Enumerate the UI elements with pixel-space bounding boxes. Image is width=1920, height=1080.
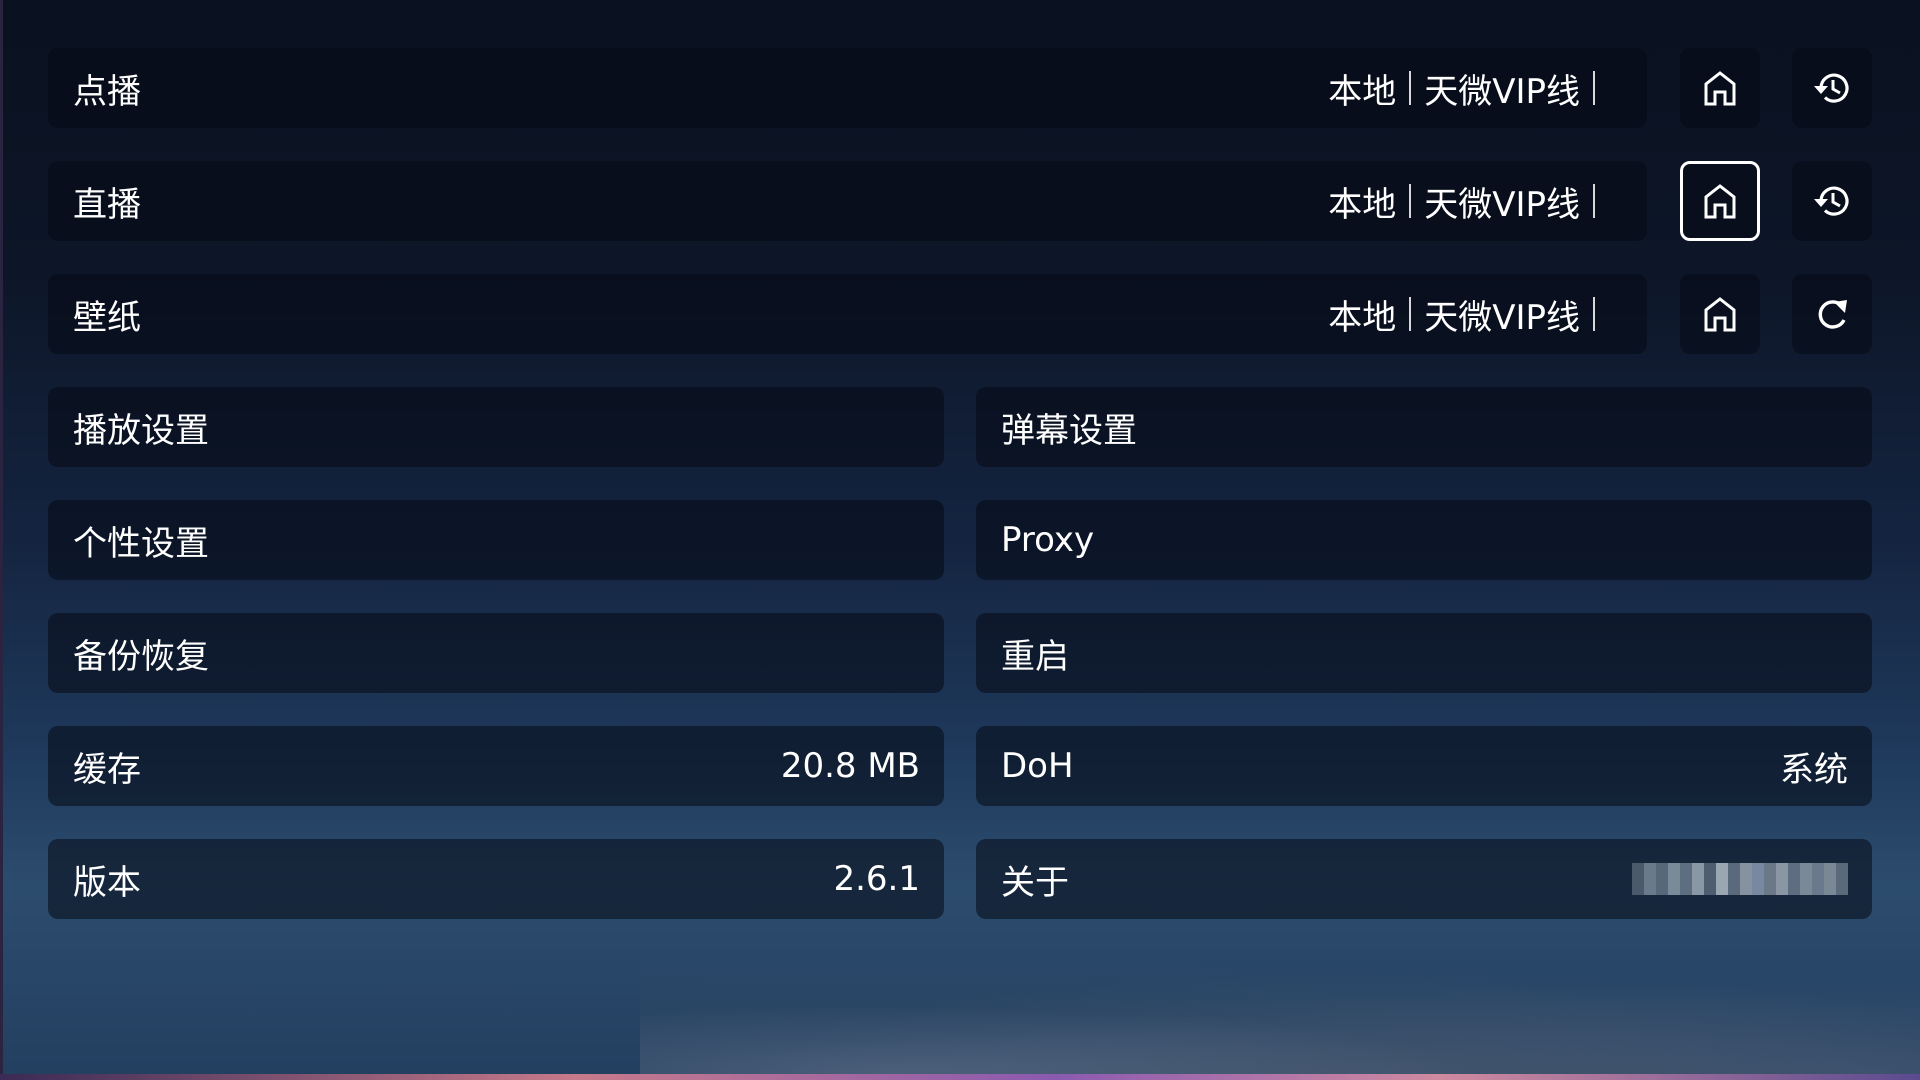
source-vip: 天微VIP线 bbox=[1424, 297, 1580, 338]
vod-history-button[interactable] bbox=[1792, 48, 1872, 128]
version-value: 2.6.1 bbox=[833, 859, 920, 899]
cache-size: 20.8 MB bbox=[780, 746, 920, 786]
wallpaper-source-row[interactable]: 壁纸 本地 天微VIP线 bbox=[48, 274, 1647, 354]
danmaku-settings-item[interactable]: 弹幕设置 bbox=[976, 387, 1872, 467]
source-local: 本地 bbox=[1328, 71, 1397, 112]
vod-label: 点播 bbox=[73, 71, 141, 112]
doh-value: 系统 bbox=[1780, 749, 1848, 790]
proxy-item[interactable]: Proxy bbox=[976, 500, 1872, 580]
wallpaper-label: 壁纸 bbox=[73, 297, 141, 338]
vod-source-row[interactable]: 点播 本地 天微VIP线 bbox=[48, 48, 1647, 128]
separator bbox=[1593, 71, 1595, 105]
separator bbox=[1409, 184, 1412, 218]
refresh-icon bbox=[1818, 300, 1847, 329]
wallpaper-sources[interactable]: 本地 天微VIP线 bbox=[1328, 290, 1623, 339]
history-icon bbox=[1814, 186, 1849, 216]
source-vip: 天微VIP线 bbox=[1424, 71, 1580, 112]
personal-settings-item[interactable]: 个性设置 bbox=[48, 500, 944, 580]
vod-sources[interactable]: 本地 天微VIP线 bbox=[1328, 64, 1623, 113]
playback-settings-label: 播放设置 bbox=[73, 410, 209, 451]
home-icon bbox=[1704, 184, 1736, 219]
separator bbox=[1593, 297, 1595, 331]
backup-restore-item[interactable]: 备份恢复 bbox=[48, 613, 944, 693]
live-source-row[interactable]: 直播 本地 天微VIP线 bbox=[48, 161, 1647, 241]
vod-home-button[interactable] bbox=[1680, 48, 1760, 128]
about-label: 关于 bbox=[1001, 862, 1069, 903]
cache-label: 缓存 bbox=[73, 749, 141, 790]
separator bbox=[1409, 71, 1412, 105]
danmaku-settings-label: 弹幕设置 bbox=[1001, 410, 1137, 451]
proxy-label: Proxy bbox=[1001, 520, 1095, 560]
about-redacted-value bbox=[1632, 863, 1848, 895]
separator bbox=[1593, 184, 1595, 218]
doh-item[interactable]: DoH 系统 bbox=[976, 726, 1872, 806]
source-vip: 天微VIP线 bbox=[1424, 184, 1580, 225]
live-sources[interactable]: 本地 天微VIP线 bbox=[1328, 177, 1623, 226]
live-home-button[interactable] bbox=[1680, 161, 1760, 241]
version-item[interactable]: 版本 2.6.1 bbox=[48, 839, 944, 919]
personal-settings-label: 个性设置 bbox=[73, 523, 209, 564]
about-item[interactable]: 关于 bbox=[976, 839, 1872, 919]
history-icon bbox=[1814, 73, 1849, 103]
wallpaper-home-button[interactable] bbox=[1680, 274, 1760, 354]
left-edge bbox=[0, 0, 3, 1080]
live-label: 直播 bbox=[73, 184, 141, 225]
home-icon bbox=[1704, 297, 1736, 332]
playback-settings-item[interactable]: 播放设置 bbox=[48, 387, 944, 467]
restart-item[interactable]: 重启 bbox=[976, 613, 1872, 693]
separator bbox=[1409, 297, 1412, 331]
source-local: 本地 bbox=[1328, 297, 1397, 338]
live-history-button[interactable] bbox=[1792, 161, 1872, 241]
restart-label: 重启 bbox=[1001, 636, 1069, 677]
wallpaper-refresh-button[interactable] bbox=[1792, 274, 1872, 354]
source-local: 本地 bbox=[1328, 184, 1397, 225]
home-icon bbox=[1704, 71, 1736, 106]
backup-restore-label: 备份恢复 bbox=[73, 636, 209, 677]
background-scenery bbox=[640, 954, 1920, 1074]
bottom-strip bbox=[0, 1074, 1920, 1080]
cache-item[interactable]: 缓存 20.8 MB bbox=[48, 726, 944, 806]
version-label: 版本 bbox=[73, 862, 141, 903]
doh-label: DoH bbox=[1001, 746, 1074, 786]
